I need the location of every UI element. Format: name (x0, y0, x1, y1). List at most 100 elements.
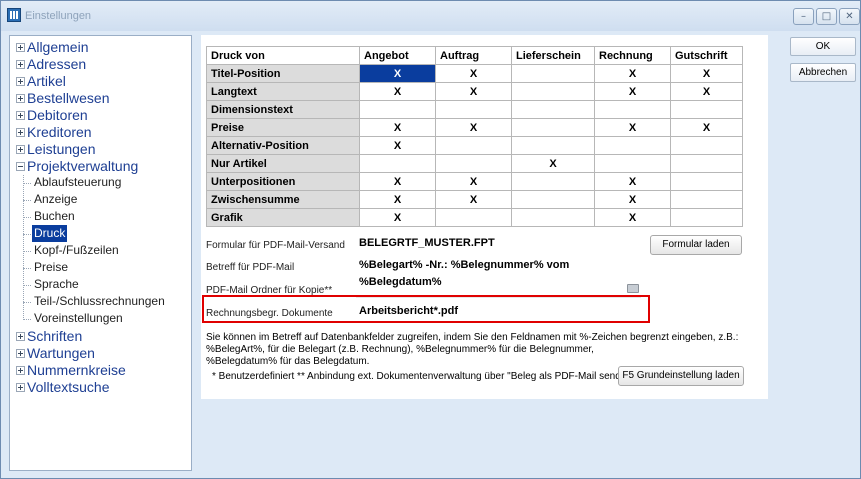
expand-icon[interactable] (16, 145, 25, 154)
option-cell[interactable] (435, 154, 512, 173)
option-cell[interactable] (511, 190, 595, 209)
settings-tree[interactable]: Allgemein Adressen Artikel Bestellwesen Debi… (9, 35, 192, 471)
row-label: Langtext (206, 82, 360, 101)
f5-grundeinstellung-button[interactable]: F5 Grundeinstellung laden (618, 366, 744, 386)
option-cell[interactable] (594, 100, 671, 119)
option-cell[interactable] (435, 208, 512, 227)
expand-icon[interactable] (16, 43, 25, 52)
option-cell[interactable]: X (670, 118, 743, 137)
option-cell[interactable]: X (359, 208, 436, 227)
option-cell[interactable]: X (359, 172, 436, 191)
option-cell[interactable] (359, 100, 436, 119)
option-cell[interactable] (670, 100, 743, 119)
column-header: Druck von (206, 46, 360, 65)
option-cell[interactable] (594, 136, 671, 155)
option-cell[interactable] (359, 154, 436, 173)
expand-icon[interactable] (16, 94, 25, 103)
ok-button[interactable]: OK (790, 37, 856, 56)
highlight-box (202, 295, 650, 323)
tree-connector-line (23, 200, 31, 201)
close-icon[interactable]: ✕ (839, 8, 860, 25)
table-row: Dimensionstext (206, 100, 743, 119)
option-cell[interactable]: X (594, 190, 671, 209)
option-cell[interactable]: X (435, 190, 512, 209)
option-cell[interactable] (511, 82, 595, 101)
option-cell[interactable]: X (435, 82, 512, 101)
option-cell[interactable]: X (670, 82, 743, 101)
tree-item-label: Sprache (34, 277, 79, 291)
tree-item-label: Leistungen (27, 141, 96, 157)
option-cell[interactable] (511, 118, 595, 137)
folder-icon[interactable] (627, 284, 639, 293)
tree-item-label: Kreditoren (27, 124, 92, 140)
tree-connector-line (23, 217, 31, 218)
option-cell[interactable]: X (594, 208, 671, 227)
option-cell[interactable] (511, 172, 595, 191)
title-bar: Einstellungen – □ ✕ (1, 1, 860, 31)
tree-connector-line (23, 302, 31, 303)
table-header-row: Druck von Angebot Auftrag Lieferschein Rechn… (206, 46, 743, 65)
row-label: Dimensionstext (206, 100, 360, 119)
option-cell[interactable]: X (359, 118, 436, 137)
option-cell[interactable] (511, 208, 595, 227)
minimize-icon[interactable]: – (793, 8, 814, 25)
option-cell[interactable]: X (435, 172, 512, 191)
option-cell[interactable]: X (359, 190, 436, 209)
abbrechen-button[interactable]: Abbrechen (790, 63, 856, 82)
info-text: Sie können im Betreff auf Datenbankfelde… (206, 332, 751, 368)
option-cell[interactable] (511, 136, 595, 155)
option-cell[interactable] (435, 100, 512, 119)
table-row: Langtext X X X X (206, 82, 743, 101)
option-cell[interactable]: X (359, 82, 436, 101)
table-row: Preise X X X X (206, 118, 743, 137)
option-cell[interactable]: X (594, 64, 671, 83)
info-line: %BelegArt%, für die Belegart (z.B. Rechn… (206, 344, 594, 355)
option-cell[interactable] (594, 154, 671, 173)
option-cell[interactable] (670, 172, 743, 191)
row-label: Grafik (206, 208, 360, 227)
footnote-text: * Benutzerdefiniert ** Anbindung ext. Do… (212, 371, 636, 382)
tree-item-label: Nummernkreise (27, 362, 126, 378)
option-cell[interactable]: X (511, 154, 595, 173)
option-cell[interactable]: X (594, 118, 671, 137)
tree-connector-line (23, 268, 31, 269)
column-header: Rechnung (594, 46, 671, 65)
tree-item-label: Kopf-/Fußzeilen (34, 243, 119, 257)
option-cell[interactable] (670, 154, 743, 173)
tree-item-label: Buchen (34, 209, 75, 223)
expand-icon[interactable] (16, 111, 25, 120)
betreff-field[interactable]: %Belegart% -Nr.: %Belegnummer% vom %Bele… (356, 257, 641, 288)
expand-icon[interactable] (16, 77, 25, 86)
pdf-formular-field[interactable]: BELEGRTF_MUSTER.FPT (356, 235, 641, 252)
option-cell[interactable] (670, 208, 743, 227)
option-cell[interactable]: X (594, 172, 671, 191)
option-cell[interactable] (670, 190, 743, 209)
option-cell[interactable] (670, 136, 743, 155)
expand-icon[interactable] (16, 60, 25, 69)
maximize-icon[interactable]: □ (816, 8, 837, 25)
formular-laden-button[interactable]: Formular laden (650, 235, 742, 255)
option-cell[interactable] (435, 136, 512, 155)
option-cell[interactable]: X (359, 64, 436, 83)
option-cell[interactable]: X (594, 82, 671, 101)
option-cell[interactable]: X (670, 64, 743, 83)
row-label: Preise (206, 118, 360, 137)
tree-connector-line (23, 251, 31, 252)
option-cell[interactable]: X (435, 118, 512, 137)
column-header: Gutschrift (670, 46, 743, 65)
expand-icon[interactable] (16, 366, 25, 375)
option-cell[interactable]: X (359, 136, 436, 155)
option-cell[interactable]: X (435, 64, 512, 83)
option-cell[interactable] (511, 64, 595, 83)
tree-item-label: Allgemein (27, 39, 89, 55)
expand-icon[interactable] (16, 383, 25, 392)
expand-icon[interactable] (16, 128, 25, 137)
option-cell[interactable] (511, 100, 595, 119)
tree-connector-line (23, 285, 31, 286)
tree-item-label: Voreinstellungen (34, 311, 123, 325)
expand-icon[interactable] (16, 332, 25, 341)
expand-icon[interactable] (16, 349, 25, 358)
tree-connector-line (23, 183, 31, 184)
row-label: Zwischensumme (206, 190, 360, 209)
collapse-icon[interactable] (16, 162, 25, 171)
